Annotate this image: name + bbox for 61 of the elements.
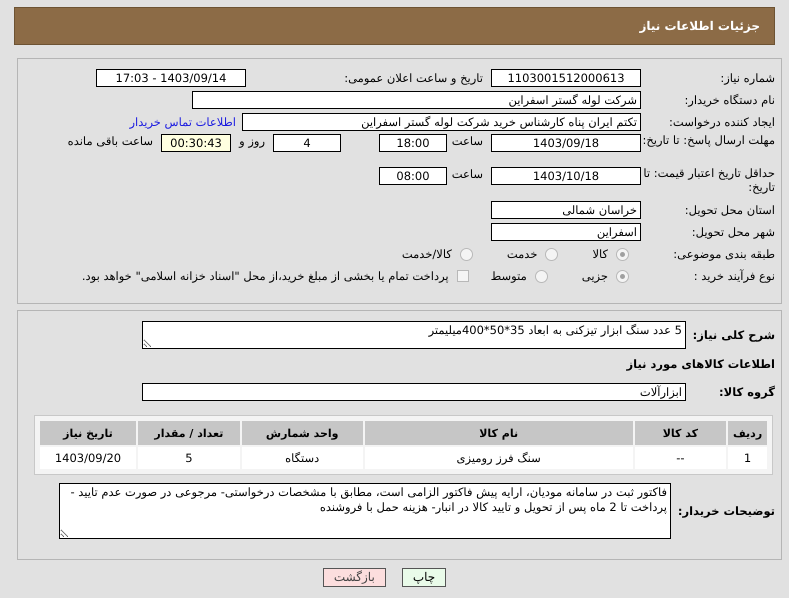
radio-label: کالا/خدمت xyxy=(402,247,452,261)
field-label: ساعت xyxy=(450,167,484,181)
field-label: ساعت xyxy=(450,134,484,148)
field-label: شرح کلی نیاز: xyxy=(692,328,776,342)
field-label: روز و xyxy=(238,134,266,148)
checkbox-label: پرداخت تمام یا بخشی از مبلغ خرید،از محل "اسناد خزانه اسلامی" خواهد بود. xyxy=(82,269,449,283)
summary-textarea[interactable]: 5 عدد سنگ ابزار تیزکنی به ابعاد 35*50*400میلیمتر xyxy=(142,321,686,349)
radio-label: خدمت xyxy=(506,247,538,261)
radio-label: جزیی xyxy=(582,269,608,283)
province-field[interactable]: خراسان شمالی xyxy=(491,201,641,219)
field-label: استان محل تحویل: xyxy=(684,203,776,217)
remaining-time-field: 00:30:43 xyxy=(161,134,231,152)
table-cell: سنگ فرز رومیزی xyxy=(364,447,633,469)
need-number-field[interactable]: 1103001512000613 xyxy=(491,69,641,87)
radio-button[interactable] xyxy=(545,248,558,260)
field-label: توضیحات خریدار: xyxy=(676,504,776,518)
field-label: حداقل تاریخ اعتبار قیمت: تا تاریخ: xyxy=(642,166,776,194)
checkbox[interactable] xyxy=(456,270,469,282)
field-label: تاریخ و ساعت اعلان عمومی: xyxy=(343,71,484,85)
column-header: واحد شمارش xyxy=(242,421,363,445)
goods-group-field[interactable]: ابزارآلات xyxy=(142,383,686,401)
contact-link[interactable]: اطلاعات تماس خریدار xyxy=(129,115,242,129)
validity-time-field[interactable]: 08:00 xyxy=(379,167,447,185)
section-heading: اطلاعات کالاهای مورد نیاز xyxy=(625,356,776,373)
action-button[interactable]: چاپ xyxy=(402,568,446,587)
field-label: ایجاد کننده درخواست: xyxy=(668,115,776,129)
column-header: نام کالا xyxy=(364,421,633,445)
buyer-field[interactable]: شرکت لوله گستر اسفراین xyxy=(192,91,641,109)
validity-date-field[interactable]: 1403/10/18 xyxy=(491,167,641,185)
table-cell: دستگاه xyxy=(242,447,363,469)
announce-date-field[interactable]: 1403/09/14 - 17:03 xyxy=(96,69,246,87)
table-cell: 1403/09/20 xyxy=(40,447,136,469)
field-label: مهلت ارسال پاسخ: تا تاریخ: xyxy=(641,133,776,147)
field-label: طبقه بندی موضوعی: xyxy=(672,247,776,261)
table-cell: 1 xyxy=(728,447,767,469)
column-header: ردیف xyxy=(728,421,767,445)
field-label: ساعت باقی مانده xyxy=(68,134,154,148)
table-cell: -- xyxy=(634,447,726,469)
radio-label: کالا xyxy=(592,247,608,261)
column-header: کد کالا xyxy=(634,421,726,445)
radio-button[interactable] xyxy=(616,248,629,260)
radio-button[interactable] xyxy=(460,248,473,260)
days-field[interactable]: 4 xyxy=(273,134,341,152)
field-label: شهر محل تحویل: xyxy=(690,225,776,239)
column-header: تعداد / مقدار xyxy=(138,421,240,445)
notes-textarea[interactable]: فاکتور ثبت در سامانه مودیان، ارایه پیش فاکتور الزامی است، مطابق با مشخصات درخواستی- مرجوعی در صورت عدم تایید - پرداخت تا 2 ماه پس از تحویل و تایید کالا در انبار- هزینه حمل با فروشنده xyxy=(59,483,671,539)
field-label: گروه کالا: xyxy=(718,385,776,399)
deadline-time-field[interactable]: 18:00 xyxy=(379,134,447,152)
radio-button[interactable] xyxy=(616,270,629,282)
field-label: نام دستگاه خریدار: xyxy=(683,93,776,107)
field-label: شماره نیاز: xyxy=(719,71,776,85)
table-cell: 5 xyxy=(138,447,240,469)
field-label: نوع فرآیند خرید : xyxy=(692,269,776,283)
radio-button[interactable] xyxy=(534,270,548,282)
page-title: جزئیات اطلاعات نیاز xyxy=(639,19,760,33)
radio-label: متوسط xyxy=(490,269,527,283)
column-header: تاریخ نیاز xyxy=(40,421,136,445)
deadline-date-field[interactable]: 1403/09/18 xyxy=(491,134,641,152)
action-button[interactable]: بازگشت xyxy=(322,568,386,587)
creator-field[interactable]: تکتم ایران پناه کارشناس خرید شرکت لوله گستر اسفراین xyxy=(242,113,641,131)
city-field[interactable]: اسفراین xyxy=(491,223,641,241)
